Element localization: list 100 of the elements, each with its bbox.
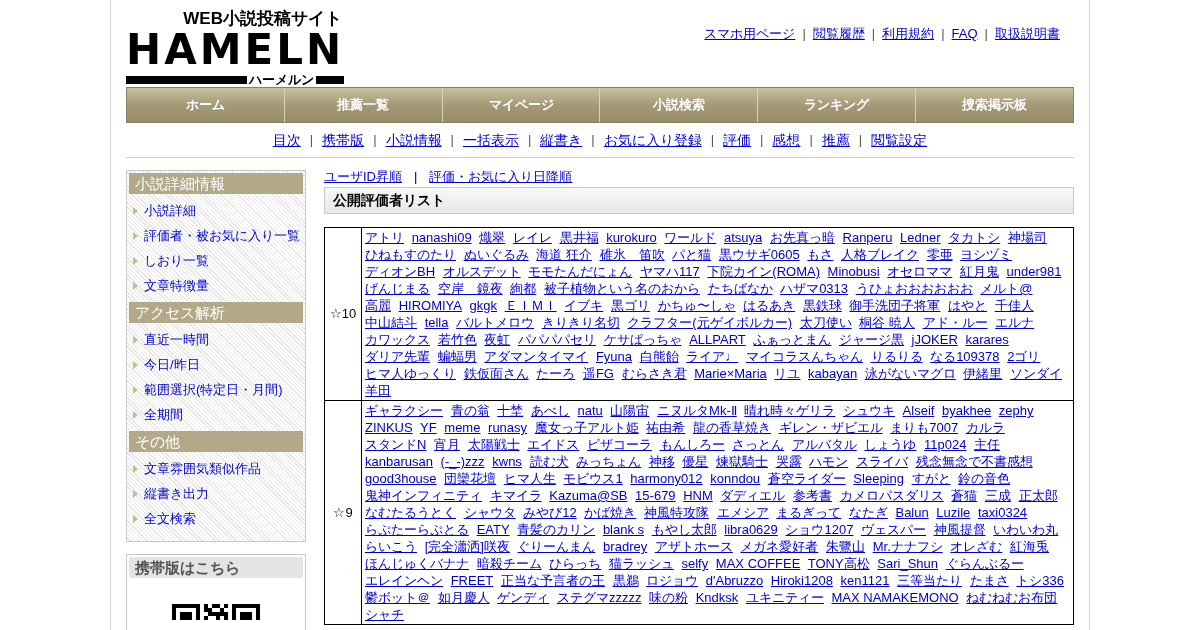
user-link[interactable]: (-_-)zzz <box>440 454 485 469</box>
header-link[interactable]: 利用規約 <box>882 24 935 44</box>
user-link[interactable]: Mr.ナナフシ <box>872 539 943 554</box>
user-link[interactable]: 11p024 <box>924 437 967 452</box>
sidebar-link[interactable]: 直近一時間 <box>144 329 209 350</box>
user-link[interactable]: 紅海兎 <box>1010 539 1049 554</box>
user-link[interactable]: シャチ <box>365 607 404 622</box>
user-link[interactable]: ソンダイ <box>1010 366 1063 381</box>
user-link[interactable]: YF <box>420 420 437 435</box>
sidebar-link[interactable]: 今日/昨日 <box>144 354 200 375</box>
user-link[interactable]: Ledner <box>900 230 941 245</box>
user-link[interactable]: しょうゆ <box>864 437 917 452</box>
user-link[interactable]: Fyuna <box>595 349 632 364</box>
user-link[interactable]: かば焼き <box>584 505 637 520</box>
user-link[interactable]: ニヌルタMk-Ⅱ <box>657 403 737 418</box>
user-link[interactable]: kwns <box>492 454 522 469</box>
user-link[interactable]: Luzile <box>936 505 971 520</box>
user-link[interactable]: ワールド <box>664 230 717 245</box>
user-link[interactable]: オレざむ <box>950 539 1003 554</box>
user-link[interactable]: お先真っ暗 <box>769 230 835 245</box>
user-link[interactable]: エレインヘン <box>365 573 443 588</box>
user-link[interactable]: ショウ1207 <box>785 522 854 537</box>
user-link[interactable]: イブキ <box>564 298 604 313</box>
user-link[interactable]: むらさき君 <box>621 366 687 381</box>
user-link[interactable]: たちばなか <box>707 281 773 296</box>
user-link[interactable]: ぐりーんまん <box>517 539 596 554</box>
user-link[interactable]: Sari_Shun <box>877 556 938 571</box>
user-link[interactable]: Marie×Maria <box>694 366 767 381</box>
user-link[interactable]: たまさ <box>969 573 1009 588</box>
user-link[interactable]: 御手洗団子将軍 <box>849 298 941 313</box>
sub-nav-link[interactable]: 感想 <box>772 129 801 151</box>
user-link[interactable]: 主任 <box>974 437 1001 452</box>
user-link[interactable]: jJOKER <box>911 332 958 347</box>
user-link[interactable]: FREET <box>450 573 494 588</box>
user-link[interactable]: 夜虹 <box>484 332 511 347</box>
user-link[interactable]: うひょおおおおおお <box>855 281 973 296</box>
user-link[interactable]: 神風提督 <box>933 522 986 537</box>
user-link[interactable]: ヨシヅミ <box>960 247 1013 262</box>
user-link[interactable]: blank s <box>602 522 645 537</box>
user-link[interactable]: 宵月 <box>434 437 460 452</box>
user-link[interactable]: ジャージ黒 <box>839 332 904 347</box>
sidebar-link[interactable]: 範囲選択(特定日・月間) <box>144 379 283 400</box>
user-link[interactable]: Kndksk <box>695 590 739 605</box>
user-link[interactable]: kurokuro <box>606 230 657 245</box>
user-link[interactable]: オルスデット <box>442 264 521 279</box>
sidebar-link[interactable]: 小説詳細 <box>144 200 196 221</box>
user-link[interactable]: 優星 <box>682 454 709 469</box>
header-link[interactable]: FAQ <box>951 24 978 44</box>
user-link[interactable]: さっとん <box>732 437 785 452</box>
user-link[interactable]: 龍の香草焼き <box>692 420 771 435</box>
user-link[interactable]: ひらっち <box>549 556 602 571</box>
user-link[interactable]: ヒマ人生 <box>503 471 556 486</box>
user-link[interactable]: 鉄仮面さん <box>463 366 529 381</box>
user-link[interactable]: げんじまる <box>365 281 430 296</box>
user-link[interactable]: nanashi09 <box>411 230 472 245</box>
user-link[interactable]: 下院カイン(ROMA) <box>707 264 820 279</box>
user-link[interactable]: 十埜 <box>497 403 524 418</box>
user-link[interactable]: 中山結斗 <box>365 315 417 330</box>
user-link[interactable]: 遥FG <box>582 366 614 381</box>
user-link[interactable]: アザトホース <box>654 539 733 554</box>
user-link[interactable]: 青の翁 <box>450 403 490 418</box>
user-link[interactable]: レイレ <box>512 230 552 245</box>
user-link[interactable]: 暗殺チーム <box>476 556 542 571</box>
sub-nav-link[interactable]: 評価 <box>723 129 752 151</box>
user-link[interactable]: マイコラスんちゃん <box>745 349 863 364</box>
user-link[interactable]: 絢都 <box>510 281 537 296</box>
user-link[interactable]: 煉獄騎士 <box>716 454 768 469</box>
user-link[interactable]: runasy <box>488 420 528 435</box>
user-link[interactable]: 黒鵜 <box>612 573 639 588</box>
user-link[interactable]: 鈴の音色 <box>958 471 1011 486</box>
user-link[interactable]: 参考書 <box>793 488 833 503</box>
user-link[interactable]: 朱鷺山 <box>826 539 866 554</box>
header-link[interactable]: スマホ用ページ <box>704 24 796 44</box>
user-link[interactable]: 白熊飴 <box>639 349 679 364</box>
user-link[interactable]: karares <box>965 332 1009 347</box>
user-link[interactable]: good3house <box>365 471 437 486</box>
user-link[interactable]: オセロママ <box>887 264 953 279</box>
user-link[interactable]: 三成 <box>984 488 1011 503</box>
user-link[interactable]: きりきり名切 <box>541 315 620 330</box>
user-link[interactable]: キマイラ <box>489 488 542 503</box>
user-link[interactable]: エイドス <box>527 437 580 452</box>
user-link[interactable]: MAX NAMAKEMONO <box>831 590 959 605</box>
sidebar-link[interactable]: 全期間 <box>144 404 183 425</box>
user-link[interactable]: 熾翠 <box>479 230 506 245</box>
user-link[interactable]: 如月慶人 <box>437 590 490 605</box>
user-link[interactable]: いわいわ丸 <box>993 522 1059 537</box>
user-link[interactable]: アド・ルー <box>922 315 988 330</box>
user-link[interactable]: taxi0324 <box>977 505 1028 520</box>
user-link[interactable]: 蒼猫 <box>951 488 978 503</box>
user-link[interactable]: 太陽戦士 <box>467 437 520 452</box>
user-link[interactable]: zephy <box>998 403 1034 418</box>
qr-code-icon[interactable] <box>172 604 260 620</box>
sub-nav-link[interactable]: 縦書き <box>540 129 583 151</box>
user-link[interactable]: 正太郎 <box>1018 488 1058 503</box>
sub-nav-link[interactable]: 小説情報 <box>385 129 442 151</box>
user-link[interactable]: もやし太郎 <box>651 522 717 537</box>
user-link[interactable]: 残念無念で不書感想 <box>915 454 1033 469</box>
user-link[interactable]: 千佳人 <box>994 298 1034 313</box>
sidebar-link[interactable]: 文章特徴量 <box>144 275 209 296</box>
user-link[interactable]: 黒鉄球 <box>802 298 842 313</box>
